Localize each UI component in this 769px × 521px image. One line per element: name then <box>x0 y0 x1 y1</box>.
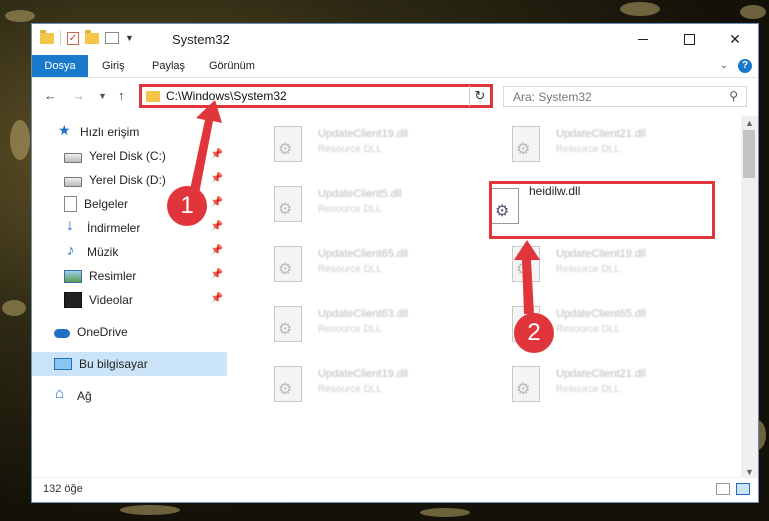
vertical-scrollbar[interactable]: ▲ ▼ <box>741 116 758 479</box>
help-icon[interactable]: ? <box>738 59 752 73</box>
folder-icon[interactable] <box>40 29 54 44</box>
dll-file-icon <box>512 366 540 402</box>
sidebar-item-pictures[interactable]: Resimler 📌 <box>32 264 227 288</box>
item-count: 132 öğe <box>43 483 83 495</box>
list-item[interactable]: UpdateClient21.dll Resource DLL <box>485 360 705 410</box>
step-1-badge: 1 <box>167 186 207 226</box>
title-bar: ✓ ▼ System32 ✕ <box>32 24 758 55</box>
pin-icon[interactable]: 📌 <box>211 221 223 232</box>
star-icon <box>57 122 73 139</box>
minimize-button[interactable] <box>620 24 666 55</box>
pin-icon[interactable]: 📌 <box>211 269 223 280</box>
maximize-icon <box>683 34 695 45</box>
tab-share[interactable]: Paylaş <box>152 55 185 77</box>
network-icon <box>54 385 70 403</box>
drive-icon <box>64 153 82 163</box>
drive-icon <box>64 177 82 187</box>
pin-icon[interactable]: 📌 <box>211 197 223 208</box>
refresh-button[interactable]: ↻ <box>469 84 493 108</box>
music-icon <box>64 242 80 259</box>
forward-button[interactable]: → <box>72 88 85 103</box>
list-item[interactable]: UpdateClient19.dll Resource DLL <box>485 240 705 290</box>
pin-icon[interactable]: 📌 <box>211 173 223 184</box>
scroll-up-icon[interactable]: ▲ <box>745 118 754 128</box>
tab-home[interactable]: Giriş <box>102 55 125 77</box>
sidebar-item-network[interactable]: Ağ <box>32 384 227 408</box>
tab-view[interactable]: Görünüm <box>209 55 255 77</box>
file-explorer-window: ✓ ▼ System32 ✕ Dosya Giriş Paylaş Görünü… <box>31 23 759 503</box>
dll-file-icon <box>512 246 540 282</box>
pin-icon[interactable]: 📌 <box>211 293 223 304</box>
search-icon[interactable]: ⚲ <box>729 89 738 103</box>
sidebar-item-videos[interactable]: Videolar 📌 <box>32 288 227 312</box>
close-icon: ✕ <box>729 31 741 47</box>
file-highlight-box <box>489 181 715 239</box>
dll-file-icon <box>274 126 302 162</box>
sidebar-item-quick-access[interactable]: Hızlı erişim <box>32 120 227 144</box>
address-bar[interactable]: C:\Windows\System32 ⌄ <box>139 84 492 108</box>
tab-file[interactable]: Dosya <box>32 55 88 77</box>
pictures-icon <box>64 269 82 283</box>
folder-icon <box>146 91 160 102</box>
dll-file-icon <box>274 246 302 282</box>
close-button[interactable]: ✕ <box>712 24 758 55</box>
recent-locations-chevron-icon[interactable]: ▼ <box>98 91 107 101</box>
pin-icon[interactable]: 📌 <box>211 149 223 160</box>
scroll-down-icon[interactable]: ▼ <box>745 467 754 477</box>
computer-icon <box>54 358 72 370</box>
list-item[interactable]: UpdateClient19.dll Resource DLL <box>247 120 467 170</box>
large-icons-view-icon[interactable] <box>736 483 750 495</box>
list-item[interactable]: UpdateClient19.dll Resource DLL <box>247 360 467 410</box>
sidebar-item-onedrive[interactable]: OneDrive <box>32 320 227 344</box>
sidebar-item-this-pc[interactable]: Bu bilgisayar <box>32 352 227 376</box>
view-options-icon[interactable] <box>105 32 119 44</box>
cloud-icon <box>54 329 70 338</box>
scrollbar-thumb[interactable] <box>743 130 755 178</box>
document-icon <box>64 196 77 212</box>
navigation-pane: Hızlı erişim Yerel Disk (C:) 📌 Yerel Dis… <box>32 116 227 479</box>
expand-ribbon-chevron-icon[interactable]: ⌄ <box>720 60 728 71</box>
minimize-icon <box>638 39 648 40</box>
sidebar-item-music[interactable]: Müzik 📌 <box>32 240 227 264</box>
up-button[interactable]: ↑ <box>118 88 125 103</box>
customize-toolbar-arrow-icon[interactable]: ▼ <box>125 33 134 43</box>
step-2-badge: 2 <box>514 313 554 353</box>
list-item[interactable]: UpdateClient65.dll Resource DLL <box>247 240 467 290</box>
download-icon <box>64 217 80 235</box>
video-icon <box>64 292 82 308</box>
dll-file-icon <box>512 126 540 162</box>
address-path[interactable]: C:\Windows\System32 <box>166 89 287 103</box>
sidebar-item-local-disk-c[interactable]: Yerel Disk (C:) 📌 <box>32 144 227 168</box>
properties-check-icon[interactable]: ✓ <box>67 31 79 45</box>
search-input[interactable]: Ara: System32 ⚲ <box>503 86 747 107</box>
list-item[interactable]: UpdateClient21.dll Resource DLL <box>485 120 705 170</box>
search-placeholder: Ara: System32 <box>513 90 592 104</box>
file-list: UpdateClient19.dll Resource DLL UpdateCl… <box>227 116 742 479</box>
dll-file-icon <box>274 366 302 402</box>
list-item[interactable]: UpdateClient5.dll Resource DLL <box>247 180 467 230</box>
status-bar: 132 öğe <box>32 477 758 502</box>
dll-file-icon <box>274 186 302 222</box>
ribbon-tabs: Dosya Giriş Paylaş Görünüm ⌄ ? <box>32 55 758 78</box>
new-folder-icon[interactable] <box>85 29 99 44</box>
window-title: System32 <box>172 32 230 47</box>
maximize-button[interactable] <box>666 24 712 55</box>
dll-file-icon <box>274 306 302 342</box>
details-view-icon[interactable] <box>716 483 730 495</box>
list-item[interactable]: UpdateClient63.dll Resource DLL <box>247 300 467 350</box>
pin-icon[interactable]: 📌 <box>211 245 223 256</box>
quick-access-toolbar: ✓ ▼ <box>40 29 134 45</box>
navigation-bar: ← → ▼ ↑ C:\Windows\System32 ⌄ ↻ Ara: Sys… <box>32 78 758 114</box>
back-button[interactable]: ← <box>44 88 57 103</box>
